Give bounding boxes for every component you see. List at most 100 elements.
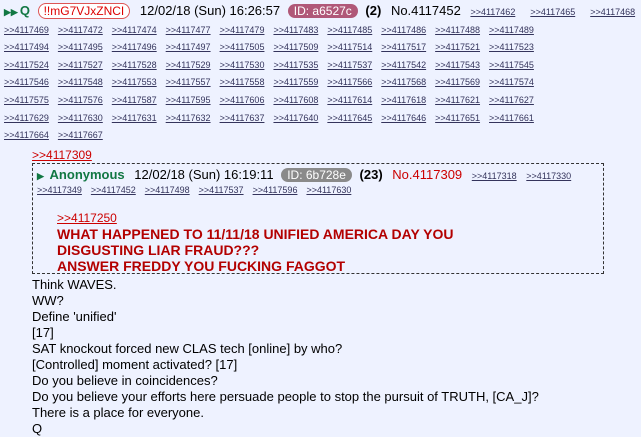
reply-link[interactable]: >>4117479 (220, 25, 265, 35)
reply-link[interactable]: >>4117664 (4, 130, 49, 140)
reply-link[interactable]: >>4117557 (166, 77, 211, 87)
body-line: Think WAVES. (32, 277, 117, 292)
reply-link[interactable]: >>4117546 (4, 77, 49, 87)
reply-link[interactable]: >>4117632 (166, 113, 211, 123)
reply-link[interactable]: >>4117651 (435, 113, 480, 123)
reply-link[interactable]: >>4117614 (327, 95, 372, 105)
reply-link[interactable]: >>4117529 (166, 60, 211, 70)
arrow-icon[interactable]: ▶ (37, 171, 44, 181)
poster-name: Q (19, 3, 30, 18)
reply-link[interactable]: >>4117330 (526, 171, 571, 181)
reply-link[interactable]: >>4117497 (166, 42, 211, 52)
reply-links-row: >>4117524 >>4117527 >>4117528 >>4117529 >>41… (4, 56, 638, 74)
body-line: Define 'unified' (32, 309, 117, 324)
body-line: WW? (32, 293, 64, 308)
reply-link[interactable]: >>4117528 (112, 60, 157, 70)
reply-link[interactable]: >>4117542 (381, 60, 426, 70)
reply-link[interactable]: >>4117521 (435, 42, 480, 52)
reply-link[interactable]: >>4117496 (112, 42, 157, 52)
message-line: WHAT HAPPENED TO 11/11/18 UNIFIED AMERIC… (57, 226, 454, 242)
reply-link[interactable]: >>4117452 (91, 185, 136, 195)
reply-link[interactable]: >>4117505 (220, 42, 265, 52)
reply-link[interactable]: >>4117462 (470, 7, 515, 17)
post-header-row: ▶▶ Q !!mG7VJxZNCI 12/02/18 (Sun) 16:26:57… (4, 3, 638, 21)
reply-link[interactable]: >>4117618 (381, 95, 426, 105)
reply-link[interactable]: >>4117637 (220, 113, 265, 123)
reply-link[interactable]: >>4117495 (58, 42, 103, 52)
reply-link[interactable]: >>4117498 (145, 185, 190, 195)
reply-link[interactable]: >>4117553 (112, 77, 157, 87)
reply-link[interactable]: >>4117558 (220, 77, 265, 87)
reply-link[interactable]: >>4117621 (435, 95, 480, 105)
quote-reference[interactable]: >>4117309 (32, 148, 92, 162)
reply-link[interactable]: >>4117575 (4, 95, 49, 105)
reply-link[interactable]: >>4117545 (489, 60, 534, 70)
body-line: Q (32, 421, 43, 436)
reply-link[interactable]: >>4117630 (58, 113, 103, 123)
reply-link[interactable]: >>4117485 (327, 25, 372, 35)
reply-link[interactable]: >>4117469 (4, 25, 49, 35)
reply-link[interactable]: >>4117523 (489, 42, 534, 52)
reply-link[interactable]: >>4117548 (58, 77, 103, 87)
post-number[interactable]: No.4117309 (392, 167, 462, 182)
reply-link[interactable]: >>4117661 (489, 113, 534, 123)
poster-name: Anonymous (49, 167, 125, 182)
reply-link[interactable]: >>4117587 (112, 95, 157, 105)
reply-link[interactable]: >>4117566 (327, 77, 372, 87)
reply-link[interactable]: >>4117468 (590, 7, 635, 17)
reply-link[interactable]: >>4117646 (381, 113, 426, 123)
reply-link[interactable]: >>4117608 (273, 95, 318, 105)
reply-link[interactable]: >>4117477 (166, 25, 211, 35)
reply-link[interactable]: >>4117568 (381, 77, 426, 87)
reply-link[interactable]: >>4117576 (58, 95, 103, 105)
reply-links-first: >>4117462 >>4117465 >>4117468 (464, 3, 641, 18)
reply-link[interactable]: >>4117318 (472, 171, 517, 181)
post-number[interactable]: No.4117452 (391, 3, 461, 18)
reply-link[interactable]: >>4117543 (435, 60, 480, 70)
post-body: Think WAVES. WW? Define 'unified' [17] S… (32, 277, 539, 437)
reply-link[interactable]: >>4117537 (327, 60, 372, 70)
quoted-post: ▶ Anonymous 12/02/18 (Sun) 16:19:11 ID: … (32, 163, 604, 274)
reply-link[interactable]: >>4117474 (112, 25, 157, 35)
reply-link[interactable]: >>4117535 (273, 60, 318, 70)
quote-reference[interactable]: >>4117250 (57, 211, 117, 225)
reply-link[interactable]: >>4117488 (435, 25, 480, 35)
reply-link[interactable]: >>4117472 (58, 25, 103, 35)
reply-link[interactable]: >>4117486 (381, 25, 426, 35)
reply-link[interactable]: >>4117667 (58, 130, 103, 140)
post-count: (23) (359, 167, 383, 182)
reply-link[interactable]: >>4117640 (273, 113, 318, 123)
reply-links-row: >>4117494 >>4117495 >>4117496 >>4117497 >>41… (4, 38, 638, 56)
quoted-post-message: WHAT HAPPENED TO 11/11/18 UNIFIED AMERIC… (57, 226, 454, 274)
reply-link[interactable]: >>4117483 (273, 25, 318, 35)
post-datetime: 12/02/18 (Sun) 16:26:57 (139, 3, 281, 18)
reply-link[interactable]: >>4117645 (327, 113, 372, 123)
reply-link[interactable]: >>4117349 (37, 185, 82, 195)
reply-links-row: >>4117469 >>4117472 >>4117474 >>4117477 >>41… (4, 21, 638, 39)
body-line: SAT knockout forced new CLAS tech [onlin… (32, 341, 343, 356)
reply-link[interactable]: >>4117465 (530, 7, 575, 17)
reply-link[interactable]: >>4117630 (306, 185, 351, 195)
reply-link[interactable]: >>4117537 (199, 185, 244, 195)
reply-link[interactable]: >>4117574 (489, 77, 534, 87)
poster-id-badge[interactable]: ID: 6b728e (281, 168, 352, 182)
reply-link[interactable]: >>4117514 (327, 42, 372, 52)
reply-link[interactable]: >>4117494 (4, 42, 49, 52)
reply-link[interactable]: >>4117517 (381, 42, 426, 52)
reply-link[interactable]: >>4117596 (253, 185, 298, 195)
reply-link[interactable]: >>4117595 (166, 95, 211, 105)
reply-link[interactable]: >>4117569 (435, 77, 480, 87)
reply-link[interactable]: >>4117530 (220, 60, 265, 70)
reply-link[interactable]: >>4117489 (489, 25, 534, 35)
reply-link[interactable]: >>4117559 (273, 77, 318, 87)
reply-link[interactable]: >>4117509 (273, 42, 318, 52)
reply-link[interactable]: >>4117627 (489, 95, 534, 105)
reply-link[interactable]: >>4117527 (58, 60, 103, 70)
reply-link[interactable]: >>4117629 (4, 113, 49, 123)
poster-id-badge[interactable]: ID: a6527c (287, 4, 358, 18)
reply-link[interactable]: >>4117606 (220, 95, 265, 105)
body-line: Do you believe in coincidences? (32, 373, 218, 388)
reply-link[interactable]: >>4117631 (112, 113, 157, 123)
arrows-icon[interactable]: ▶▶ (4, 7, 18, 17)
reply-link[interactable]: >>4117524 (4, 60, 49, 70)
